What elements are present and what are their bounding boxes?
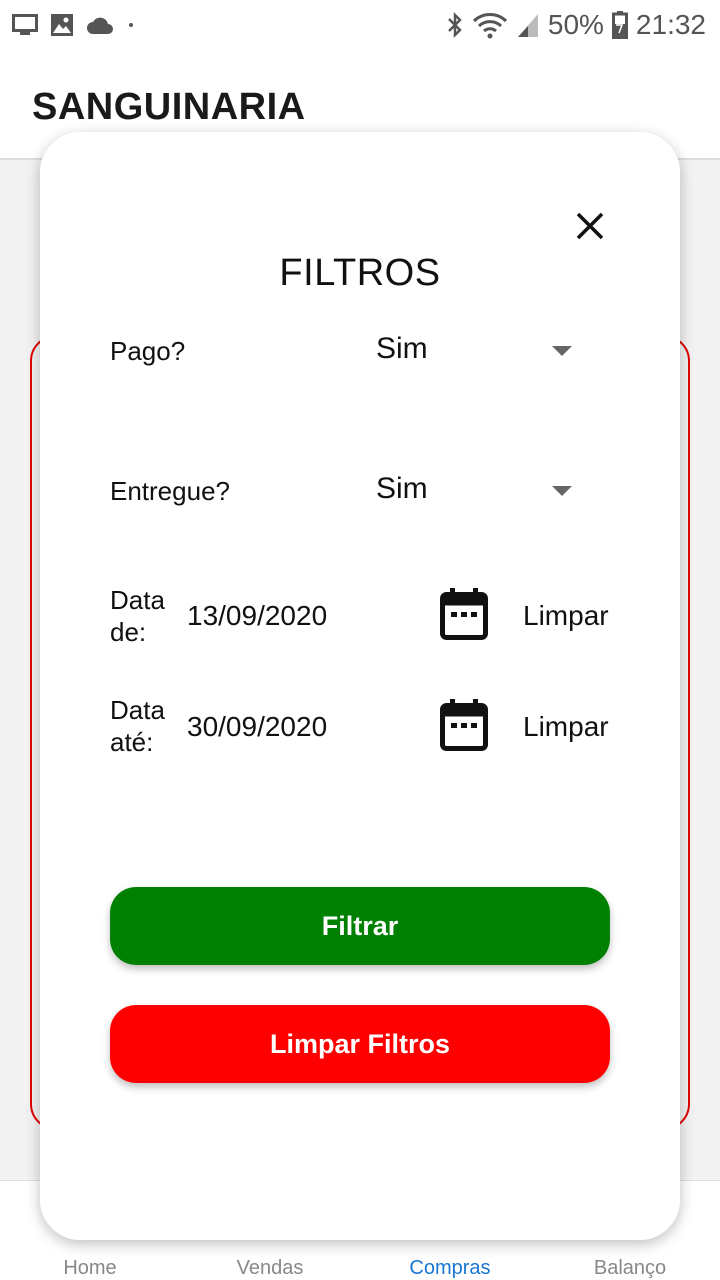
nav-item-balanco[interactable]: Balanço bbox=[540, 1257, 720, 1280]
battery-icon bbox=[611, 11, 628, 39]
date-to-label-line1: Data bbox=[110, 695, 165, 725]
nav-item-home[interactable]: Home bbox=[0, 1257, 180, 1280]
signal-icon bbox=[517, 14, 538, 37]
clear-filters-button[interactable]: Limpar Filtros bbox=[110, 1005, 610, 1083]
monitor-icon bbox=[12, 14, 38, 35]
date-to-value[interactable]: 30/09/2020 bbox=[187, 711, 327, 743]
filter-button[interactable]: Filtrar bbox=[110, 887, 610, 965]
status-right: 50% 21:32 bbox=[446, 6, 706, 44]
chevron-down-icon bbox=[552, 346, 572, 356]
chevron-down-icon bbox=[552, 486, 572, 496]
filters-modal: FILTROS Pago? Sim Entregue? Sim Data de:… bbox=[40, 132, 680, 1240]
calendar-icon[interactable] bbox=[440, 699, 488, 751]
date-to-clear-button[interactable]: Limpar bbox=[523, 711, 609, 743]
bluetooth-icon bbox=[447, 11, 462, 39]
date-to-label-line2: até: bbox=[110, 727, 154, 757]
pago-select[interactable]: Sim bbox=[376, 326, 576, 376]
pago-label: Pago? bbox=[110, 336, 186, 366]
page-title: SANGUINARIA bbox=[32, 86, 306, 128]
entregue-select-value: Sim bbox=[376, 472, 428, 505]
modal-title: FILTROS bbox=[279, 252, 441, 294]
status-left-icons bbox=[12, 10, 136, 40]
entregue-select[interactable]: Sim bbox=[376, 466, 576, 516]
dot-icon bbox=[129, 23, 133, 27]
pago-select-value: Sim bbox=[376, 332, 428, 365]
date-to-label: Data até: bbox=[110, 694, 180, 758]
entregue-label: Entregue? bbox=[110, 476, 230, 506]
cloud-icon bbox=[87, 17, 113, 34]
status-bar: 50% 21:32 bbox=[0, 0, 720, 50]
date-from-label: Data de: bbox=[110, 584, 180, 648]
nav-item-vendas[interactable]: Vendas bbox=[180, 1257, 360, 1280]
close-icon[interactable] bbox=[572, 208, 608, 244]
date-from-label-line2: de: bbox=[110, 617, 147, 647]
battery-percent: 50% bbox=[547, 9, 604, 40]
clock: 21:32 bbox=[635, 9, 706, 40]
date-from-clear-button[interactable]: Limpar bbox=[523, 600, 609, 632]
calendar-icon[interactable] bbox=[440, 588, 488, 640]
date-from-label-line1: Data bbox=[110, 585, 165, 615]
date-from-value[interactable]: 13/09/2020 bbox=[187, 600, 327, 632]
image-icon bbox=[51, 14, 73, 36]
wifi-icon bbox=[472, 13, 507, 39]
nav-item-compras[interactable]: Compras bbox=[360, 1257, 540, 1280]
